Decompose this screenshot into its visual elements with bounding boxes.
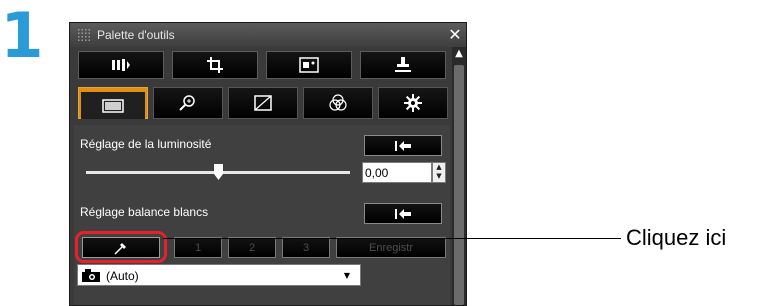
brightness-reset-button[interactable] (364, 135, 442, 156)
white-balance-label: Réglage balance blancs (80, 205, 209, 219)
scroll-up-icon[interactable]: ▲ (452, 47, 466, 61)
adjust-panel: Réglage de la luminosité 0,00 ▲ ▼ Réglag… (74, 125, 450, 305)
eyedropper-button[interactable] (82, 237, 160, 258)
color-icon (329, 94, 347, 111)
eyedropper-icon (114, 242, 126, 255)
brightness-label: Réglage de la luminosité (80, 137, 212, 151)
step-number: 1 (0, 0, 44, 72)
wb-preset-2-button[interactable]: 2 (228, 237, 276, 258)
close-button[interactable]: ✕ (445, 25, 465, 45)
callout-line (163, 238, 621, 239)
vertical-scrollbar[interactable]: ▲ (452, 47, 466, 305)
crop-icon (207, 57, 223, 73)
toolbar (78, 51, 448, 81)
toolbar-adjust-button[interactable] (78, 51, 164, 79)
white-balance-select-value: (Auto) (106, 269, 139, 283)
wb-save-button[interactable]: Enregistr (336, 237, 446, 258)
tab-settings[interactable] (378, 87, 448, 119)
wb-preset-3-button[interactable]: 3 (282, 237, 330, 258)
slider-thumb[interactable] (213, 164, 223, 180)
brightness-spinner[interactable]: ▲ ▼ (432, 162, 446, 183)
toolbar-stamp-button[interactable] (360, 51, 446, 79)
magnify-icon (179, 95, 195, 111)
toolbar-image-button[interactable] (266, 51, 352, 79)
brightness-value-field[interactable]: 0,00 (362, 162, 432, 183)
tab-basic-adjust[interactable] (78, 87, 148, 119)
scroll-thumb[interactable] (454, 65, 464, 305)
basic-adjust-icon (102, 98, 124, 113)
tab-bar (78, 87, 448, 121)
white-balance-reset-button[interactable] (364, 203, 442, 224)
tab-color[interactable] (303, 87, 373, 119)
callout-label: Cliquez ici (626, 225, 727, 250)
spinner-up-icon[interactable]: ▲ (433, 163, 445, 172)
reset-icon (395, 208, 411, 219)
adjust-icon (112, 59, 130, 71)
tool-palette-window: Palette d'outils ✕ ▲ Réglage de la lumin… (69, 22, 467, 306)
tone-curve-icon (254, 95, 272, 111)
image-icon (299, 57, 319, 73)
settings-icon (404, 94, 422, 112)
white-balance-select[interactable]: (Auto) ▼ (77, 264, 361, 286)
camera-icon (82, 269, 100, 282)
reset-icon (395, 140, 411, 151)
wb-preset-1-button[interactable]: 1 (174, 237, 222, 258)
chevron-down-icon: ▼ (343, 271, 350, 280)
toolbar-crop-button[interactable] (172, 51, 258, 79)
window-title: Palette d'outils (97, 28, 175, 42)
grip-icon (77, 28, 91, 42)
brightness-slider[interactable] (86, 164, 350, 180)
spinner-down-icon[interactable]: ▼ (433, 172, 445, 181)
stamp-icon (395, 57, 411, 72)
title-bar[interactable]: Palette d'outils ✕ (70, 23, 466, 47)
tab-magnify[interactable] (153, 87, 223, 119)
tab-tone-curve[interactable] (228, 87, 298, 119)
